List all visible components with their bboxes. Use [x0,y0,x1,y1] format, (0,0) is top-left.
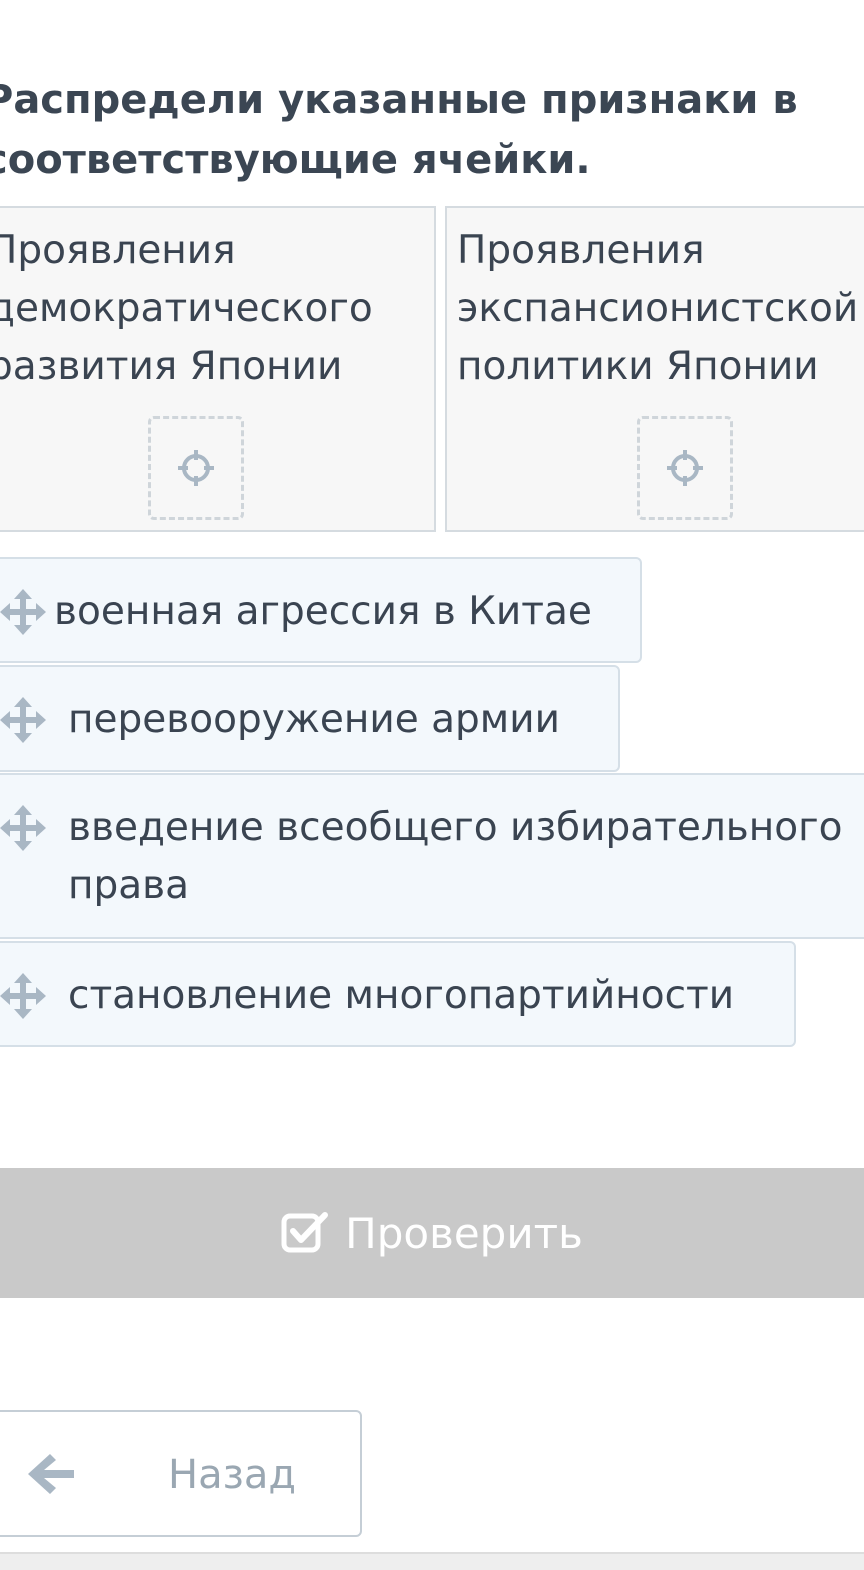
draggable-item[interactable]: становление многопартийности [0,941,796,1047]
draggable-item[interactable]: перевооружение армии [0,665,620,772]
move-icon[interactable] [0,697,46,743]
item-label: военная агрессия в Китае [54,589,592,634]
arrow-left-icon [28,1454,74,1494]
back-button[interactable]: Назад [0,1410,362,1537]
category-cell-expansionist[interactable]: Проявления экспансионистской политики Яп… [445,206,864,532]
draggable-item[interactable]: военная агрессия в Китае [0,557,642,663]
back-button-label: Назад [168,1452,297,1498]
check-button[interactable]: Проверить [281,1209,583,1258]
item-label: введение всеобщего избирательного права [68,805,843,908]
exercise-page: Распредели указанные признаки в соответс… [0,0,864,1570]
crosshair-icon [667,450,703,486]
move-icon[interactable] [0,973,46,1019]
move-icon[interactable] [0,805,46,851]
question-text: Распредели указанные признаки в соответс… [0,77,798,183]
category-title: Проявления экспансионистской политики Яп… [457,228,859,389]
crosshair-icon [178,450,214,486]
checkbox-check-icon [281,1212,329,1253]
move-icon[interactable] [0,589,46,635]
category-title: Проявления демократического развития Япо… [0,228,373,389]
draggable-item[interactable]: введение всеобщего избирательного права [0,773,864,939]
check-button-bar[interactable]: Проверить [0,1168,864,1298]
category-cell-democratic[interactable]: Проявления демократического развития Япо… [0,206,436,532]
item-label: становление многопартийности [68,973,735,1018]
bottom-strip [0,1552,864,1570]
item-label: перевооружение армии [68,697,560,742]
drop-zone[interactable] [148,416,244,520]
check-button-label: Проверить [345,1208,583,1258]
drop-zone[interactable] [637,416,733,520]
